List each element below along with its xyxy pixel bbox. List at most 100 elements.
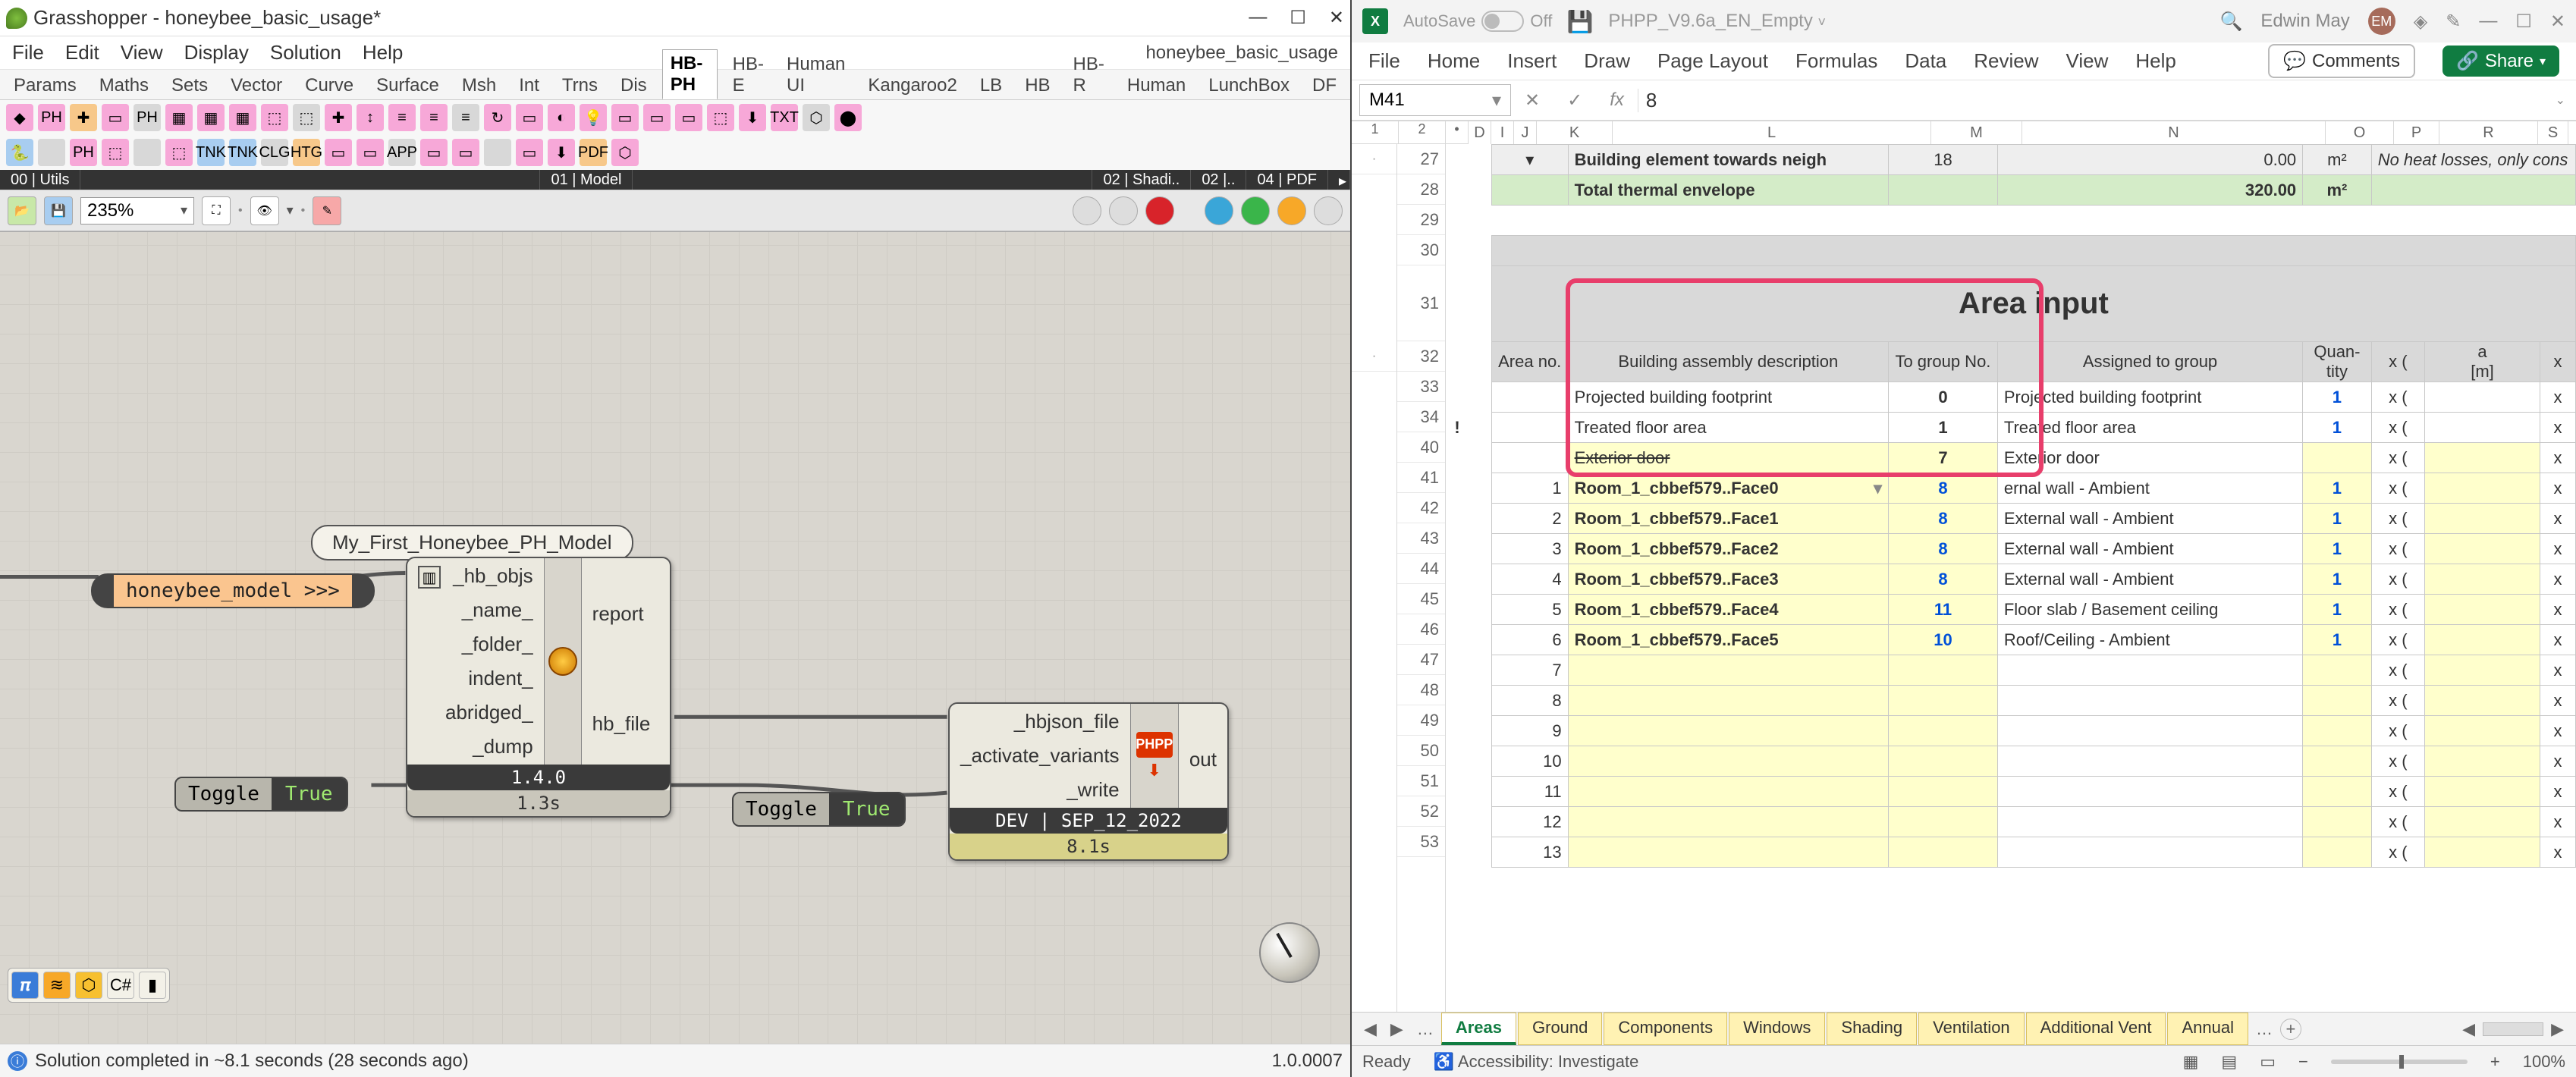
script-icon[interactable]: ≋ (43, 972, 71, 999)
list-access-icon[interactable]: ▥ (418, 566, 441, 589)
ribbon-icon[interactable]: CLG (261, 139, 288, 166)
menu-file[interactable]: File (12, 41, 44, 64)
cell[interactable]: 320.00 (1997, 175, 2302, 206)
zoom-slider[interactable] (2331, 1060, 2468, 1064)
cell[interactable]: 8 (1889, 534, 1998, 564)
pen-icon[interactable]: ✎ (2446, 11, 2461, 33)
search-icon[interactable]: 🔍 (2220, 11, 2243, 33)
col-header[interactable]: L (1613, 121, 1931, 144)
cell[interactable]: 1 (1889, 413, 1998, 443)
ribbon-icon[interactable]: HTG (293, 139, 320, 166)
ribbon-icon[interactable]: ≡ (452, 104, 479, 131)
menu-display[interactable]: Display (184, 41, 249, 64)
ribbon-icon[interactable]: ▦ (229, 104, 256, 131)
cell[interactable] (2303, 686, 2372, 716)
cell[interactable] (1568, 777, 1888, 807)
cell[interactable] (1491, 413, 1568, 443)
tab-human[interactable]: Human (1120, 72, 1193, 99)
diamond-icon[interactable]: ◈ (2414, 11, 2427, 33)
input-port[interactable]: _activate_variants (960, 744, 1120, 768)
ribbon-icon[interactable]: 🐍 (6, 139, 33, 166)
cell[interactable]: 3 (1491, 534, 1568, 564)
cell[interactable]: x (2540, 655, 2576, 686)
filename-label[interactable]: PHPP_V9.6a_EN_Empty ˅ (1608, 11, 1826, 32)
cell[interactable]: x (2540, 716, 2576, 746)
cell[interactable]: Projected building footprint (1997, 382, 2302, 413)
orb-grey-icon[interactable] (1073, 196, 1101, 225)
tab-trns[interactable]: Trns (554, 72, 605, 99)
cell[interactable] (1889, 746, 1998, 777)
menu-review[interactable]: Review (1974, 49, 2038, 73)
cell[interactable] (2424, 716, 2540, 746)
tab-nav-next-icon[interactable]: ▶ (1384, 1019, 1409, 1039)
ribbon-icon[interactable]: ⬇ (739, 104, 766, 131)
cell[interactable]: Building element towards neigh (1568, 145, 1888, 175)
maximize-icon[interactable]: ☐ (2515, 11, 2532, 33)
accessibility-label[interactable]: ♿ Accessibility: Investigate (1434, 1052, 1639, 1072)
cell[interactable] (2371, 175, 2575, 206)
col-header[interactable]: M (1931, 121, 2022, 144)
cell[interactable]: m² (2303, 145, 2372, 175)
cell[interactable]: x ( (2371, 382, 2424, 413)
cell[interactable]: x ( (2371, 413, 2424, 443)
cell[interactable] (1446, 236, 1491, 266)
menu-solution[interactable]: Solution (270, 41, 341, 64)
cell[interactable]: Area no. (1491, 342, 1568, 382)
expand-formula-icon[interactable]: ⌄ (2545, 93, 2576, 108)
cell[interactable] (1446, 746, 1469, 777)
cell[interactable]: Room_1_cbbef579..Face3 (1568, 564, 1888, 595)
cell[interactable] (1446, 716, 1469, 746)
row-header[interactable]: 34 (1397, 402, 1445, 432)
cell[interactable]: 0.00 (1997, 145, 2302, 175)
col-header[interactable]: I (1491, 121, 1514, 144)
cell[interactable] (2424, 655, 2540, 686)
row-header[interactable]: 47 (1397, 645, 1445, 675)
input-port[interactable]: indent_ (468, 667, 532, 690)
sheet-tab-shading[interactable]: Shading (1827, 1013, 1917, 1045)
switch-icon[interactable] (1481, 11, 1524, 32)
menu-edit[interactable]: Edit (65, 41, 99, 64)
row-header[interactable]: 51 (1397, 766, 1445, 796)
tab-hb[interactable]: HB (1017, 72, 1057, 99)
ribbon-icon[interactable] (38, 139, 65, 166)
cell[interactable] (1889, 837, 1998, 868)
component-hb-dump[interactable]: ▥ _hb_objs _name_ _folder_ indent_ abrid… (406, 557, 671, 818)
input-port[interactable]: _name_ (462, 598, 533, 622)
cell[interactable]: Room_1_cbbef579..Face4 (1568, 595, 1888, 625)
tab-params[interactable]: Params (6, 72, 84, 99)
cell[interactable]: 10 (1889, 625, 1998, 655)
col-header[interactable]: K (1537, 121, 1613, 144)
cell[interactable]: 7 (1491, 655, 1568, 686)
zoom-in-icon[interactable]: + (2490, 1052, 2500, 1072)
enter-icon[interactable]: ✓ (1567, 89, 1582, 111)
cell[interactable] (1568, 716, 1888, 746)
cell[interactable]: x ( (2371, 473, 2424, 504)
menu-formulas[interactable]: Formulas (1795, 49, 1877, 73)
cell[interactable]: 0 (1889, 382, 1998, 413)
row-header[interactable]: 40 (1397, 432, 1445, 463)
menu-view[interactable]: View (121, 41, 163, 64)
ribbon-icon[interactable] (134, 139, 161, 166)
cell[interactable] (1997, 746, 2302, 777)
tab-dis[interactable]: Dis (613, 72, 655, 99)
row-header[interactable]: 49 (1397, 705, 1445, 736)
cell[interactable]: External wall - Ambient (1997, 534, 2302, 564)
ribbon-icon[interactable]: ⬚ (165, 139, 193, 166)
cell[interactable]: 10 (1491, 746, 1568, 777)
add-sheet-icon[interactable]: + (2280, 1019, 2301, 1040)
cell[interactable]: Treated floor area (1997, 413, 2302, 443)
cell[interactable]: a[m] (2424, 342, 2540, 382)
sheet-tab-additional vent[interactable]: Additional Vent (2026, 1013, 2166, 1045)
menu-file[interactable]: File (1368, 49, 1400, 73)
cell[interactable] (2424, 534, 2540, 564)
tab-more-icon[interactable]: … (1411, 1019, 1440, 1039)
cell[interactable] (1491, 175, 1568, 206)
group-collapse-icon[interactable]: · (1352, 144, 1396, 174)
cell[interactable]: x (2540, 342, 2576, 382)
cell[interactable] (1889, 807, 1998, 837)
row-header[interactable]: 28 (1397, 174, 1445, 205)
cell[interactable] (2424, 686, 2540, 716)
cell[interactable]: Room_1_cbbef579..Face2 (1568, 534, 1888, 564)
python-icon[interactable]: 𝝅 (11, 972, 39, 999)
cell[interactable] (1446, 342, 1491, 382)
